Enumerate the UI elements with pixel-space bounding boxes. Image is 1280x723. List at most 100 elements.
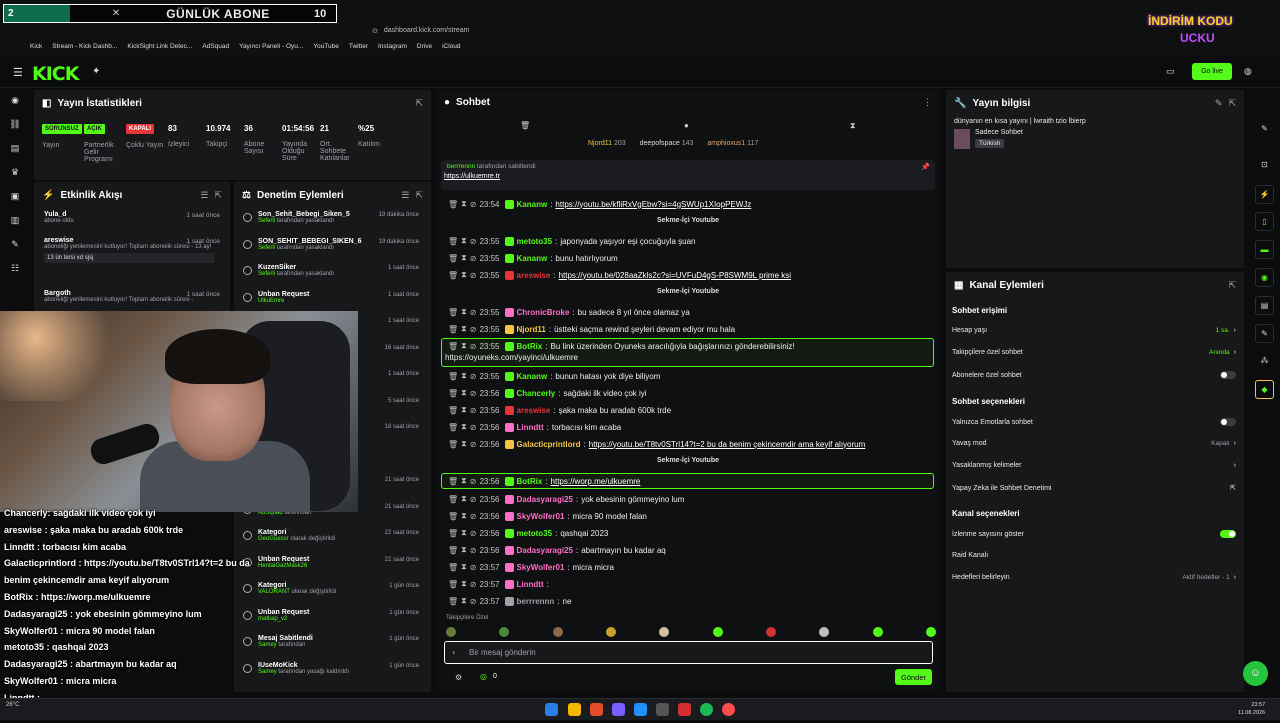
- send-button[interactable]: Gönder: [895, 669, 932, 685]
- ban-icon[interactable]: ⊘: [470, 308, 477, 317]
- chat-message[interactable]: 🗑 ⧗ ⊘ 23:55 Kananw: bunu hatırlıyorum: [448, 253, 618, 263]
- message-username[interactable]: Linndtt: [517, 423, 544, 432]
- timeout-icon[interactable]: ⧗: [461, 199, 467, 209]
- delete-icon[interactable]: 🗑: [448, 597, 458, 606]
- chat-message[interactable]: 🗑 ⧗ ⊘ 23:57 berrrennn: ne: [448, 596, 571, 606]
- emote-icon[interactable]: [552, 627, 563, 637]
- emote-icon[interactable]: [925, 627, 936, 637]
- edit-icon[interactable]: ✎: [1255, 120, 1274, 139]
- moderation-item[interactable]: Unban Request HentaiGazMask26 22 saat önc…: [234, 553, 431, 580]
- message-username[interactable]: Kananw: [517, 372, 548, 381]
- chat-message[interactable]: 🗑 ⧗ ⊘ 23:55 Kananw: bunun hatası yok diye bil…: [448, 371, 660, 381]
- chat-message[interactable]: 🗑 ⧗ ⊘ 23:56 Dadasyaragi25: yok ebesinin gömme…: [448, 494, 684, 504]
- popout-icon[interactable]: ⇱: [415, 190, 423, 201]
- ban-icon[interactable]: ⊘: [470, 529, 477, 538]
- emote-row[interactable]: [446, 627, 936, 637]
- delete-icon[interactable]: 🗑: [448, 440, 458, 449]
- slow-mode-row[interactable]: Yavaş mod Kapalı ›: [952, 440, 1236, 447]
- message-username[interactable]: Kananw: [517, 254, 548, 263]
- bookmark-item[interactable]: Kick: [30, 43, 42, 50]
- delete-icon[interactable]: 🗑: [448, 546, 458, 555]
- shield-icon[interactable]: ◆: [1255, 380, 1274, 399]
- followers-only-row[interactable]: Takipçilere özel sohbet Anında ›: [952, 349, 1236, 356]
- ban-icon[interactable]: ⊘: [470, 271, 477, 280]
- bookmark-item[interactable]: YouTube: [313, 43, 339, 50]
- delete-icon[interactable]: 🗑: [448, 342, 458, 351]
- timeout-icon[interactable]: ⧗: [461, 341, 467, 351]
- timeout-icon[interactable]: ⧗: [461, 511, 467, 521]
- doc-icon[interactable]: ▯: [1255, 212, 1274, 231]
- bubble-icon[interactable]: ●: [684, 121, 689, 130]
- chat-message[interactable]: 🗑 ⧗ ⊘ 23:55 BotRix: Bu link üzerinden Oyuneks…: [448, 341, 795, 351]
- menu-icon[interactable]: ☰: [13, 66, 23, 79]
- timeout-icon[interactable]: ⧗: [461, 579, 467, 589]
- filter-icon[interactable]: ☰: [401, 190, 409, 201]
- delete-icon[interactable]: 🗑: [448, 512, 458, 521]
- timeout-icon[interactable]: ⧗: [461, 388, 467, 398]
- stream-icon[interactable]: ◉: [1255, 268, 1274, 287]
- timeout-icon[interactable]: ⧗: [461, 236, 467, 246]
- moderation-item[interactable]: SON_SEHIT_BEBEGI_SIKEN_6 Seferli tarafınd…: [234, 235, 431, 262]
- wrench-icon[interactable]: ✎: [0, 232, 30, 256]
- moderation-item[interactable]: Kategori GeoGuessr olarak değiştirildi 22 …: [234, 526, 431, 553]
- delete-icon[interactable]: 🗑: [448, 325, 458, 334]
- chat-message[interactable]: 🗑 ⧗ ⊘ 23:56 areswise: şaka maka bu aradab 600…: [448, 405, 671, 415]
- app-icon[interactable]: [612, 703, 625, 716]
- delete-icon[interactable]: 🗑: [448, 563, 458, 572]
- chat-input[interactable]: Bir mesaj gönderin: [444, 641, 933, 664]
- screen-icon[interactable]: ▭: [1166, 66, 1175, 77]
- filter-icon[interactable]: ☰: [200, 190, 208, 201]
- chat-message[interactable]: 🗑 ⧗ ⊘ 23:56 metoto35: qashqai 2023: [448, 528, 608, 538]
- chat-message[interactable]: 🗑 ⧗ ⊘ 23:56 Galacticprintlord: https://youtu.…: [448, 439, 865, 449]
- analytics-icon[interactable]: ▥: [0, 208, 30, 232]
- activity-item[interactable]: areswise aboneliği yenilemesini kutluyor!…: [34, 234, 230, 287]
- help-chat-button[interactable]: ☺: [1243, 661, 1268, 686]
- card-icon[interactable]: ▣: [0, 184, 30, 208]
- emote-icon[interactable]: [819, 627, 830, 637]
- moderation-item[interactable]: KuzenSiker Seferli tarafından yasaklandı 1…: [234, 261, 431, 288]
- raid-row[interactable]: Raid Kanalı: [952, 552, 1236, 559]
- emote-icon[interactable]: [499, 627, 510, 637]
- trash-icon[interactable]: 🗑: [520, 121, 530, 130]
- ban-icon[interactable]: ⊘: [470, 342, 477, 351]
- settings-icon[interactable]: [656, 703, 669, 716]
- ban-icon[interactable]: ⊘: [470, 440, 477, 449]
- chat-message[interactable]: 🗑 ⧗ ⊘ 23:56 SkyWolfer01: micra 90 model falan: [448, 511, 647, 521]
- message-username[interactable]: metoto35: [517, 237, 553, 246]
- ai-moderation-row[interactable]: Yapay Zeka ile Sohbet Denetimi ⇱: [952, 484, 1236, 493]
- delete-icon[interactable]: 🗑: [448, 389, 458, 398]
- delete-icon[interactable]: 🗑: [448, 254, 458, 263]
- message-username[interactable]: ChronicBroke: [517, 308, 570, 317]
- delete-icon[interactable]: 🗑: [448, 406, 458, 415]
- steam-icon[interactable]: [634, 703, 647, 716]
- timeout-icon[interactable]: ⧗: [461, 439, 467, 449]
- activity-item[interactable]: Bargoth aboneliği yenilemesini kutluyor! …: [34, 287, 230, 313]
- message-username[interactable]: berrrennn: [517, 597, 555, 606]
- chat-message[interactable]: 🗑 ⧗ ⊘ 23:55 ChronicBroke: bu sadece 8 yıl önc…: [448, 307, 690, 317]
- emote-icon[interactable]: [872, 627, 883, 637]
- popout-icon[interactable]: ⇱: [415, 98, 423, 109]
- chat-icon[interactable]: ▬: [1255, 240, 1274, 259]
- chat-message[interactable]: 🗑 ⧗ ⊘ 23:56 Linndtt: torbacısı kim acaba: [448, 422, 621, 432]
- popout-icon[interactable]: ⇱: [1228, 280, 1236, 291]
- message-username[interactable]: areswise: [517, 271, 551, 280]
- pin-icon[interactable]: ✦: [92, 66, 100, 77]
- timeout-icon[interactable]: ⧗: [461, 562, 467, 572]
- message-username[interactable]: BotRix: [517, 477, 543, 486]
- bookmark-item[interactable]: Yayıncı Paneli - Oyu...: [239, 43, 303, 50]
- chrome-icon[interactable]: [722, 703, 735, 716]
- ban-icon[interactable]: ⊘: [470, 563, 477, 572]
- ban-icon[interactable]: ⊘: [470, 372, 477, 381]
- go-live-button[interactable]: Go live: [1192, 63, 1232, 80]
- emote-icon[interactable]: ◐: [452, 648, 457, 657]
- delete-icon[interactable]: 🗑: [448, 237, 458, 246]
- show-viewers-row[interactable]: İzlenme sayısını göster: [952, 530, 1236, 538]
- chat-message[interactable]: 🗑 ⧗ ⊘ 23:56 BotRix: https://worp.me/ulkuemre: [448, 476, 640, 486]
- settings-icon[interactable]: ⚙: [455, 673, 462, 682]
- delete-icon[interactable]: 🗑: [448, 308, 458, 317]
- address-bar[interactable]: ⊙ dashboard.kick.com/stream: [372, 25, 912, 36]
- timeout-icon[interactable]: ⧗: [461, 476, 467, 486]
- emote-icon[interactable]: [712, 627, 723, 637]
- emotes-only-toggle[interactable]: [1220, 418, 1236, 426]
- popout-icon[interactable]: ⇱: [214, 190, 222, 201]
